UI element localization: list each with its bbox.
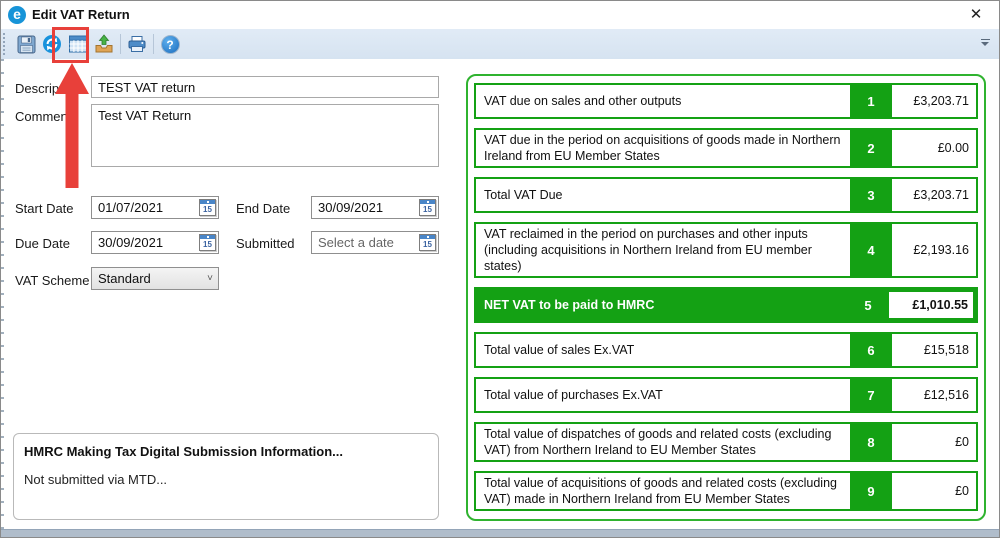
mtd-info-title: HMRC Making Tax Digital Submission Infor…: [24, 444, 343, 459]
vat-box-label: Total value of purchases Ex.VAT: [476, 379, 850, 411]
vat-box-label: VAT due in the period on acquisitions of…: [476, 130, 850, 166]
submitted-date-placeholder: Select a date: [312, 235, 419, 250]
vat-box-number: 3: [850, 179, 892, 211]
toolbar-separator: [120, 34, 121, 54]
vat-scheme-value: Standard: [92, 271, 202, 286]
due-date-value: 30/09/2021: [92, 235, 199, 250]
toolbar-overflow-button[interactable]: [979, 38, 991, 50]
vat-box-number: 8: [850, 424, 892, 460]
vat-box-value: £1,010.55: [889, 292, 973, 318]
vat-box-number: 6: [850, 334, 892, 366]
vat-box-value: £15,518: [892, 334, 976, 366]
print-button[interactable]: [124, 31, 150, 57]
chevron-down-icon: ˅: [202, 273, 218, 284]
vat-box-value: £12,516: [892, 379, 976, 411]
title-bar: e Edit VAT Return ✕: [1, 1, 999, 29]
vat-box-number: 5: [847, 289, 889, 321]
calendar-icon[interactable]: 15: [199, 234, 216, 251]
window-title: Edit VAT Return: [32, 7, 130, 22]
vat-box-row: VAT due on sales and other outputs 1 £3,…: [474, 83, 978, 119]
calendar-icon[interactable]: 15: [419, 234, 436, 251]
print-icon: [127, 34, 147, 54]
vat-box-number: 2: [850, 130, 892, 166]
help-button[interactable]: ?: [157, 31, 183, 57]
start-date-picker[interactable]: 01/07/2021 15: [91, 196, 219, 219]
toolbar-grip-handle[interactable]: [3, 33, 7, 55]
vat-box-value: £0.00: [892, 130, 976, 166]
vat-box-label: VAT due on sales and other outputs: [476, 85, 850, 117]
vat-box-number: 4: [850, 224, 892, 276]
vat-scheme-dropdown[interactable]: Standard ˅: [91, 267, 219, 290]
vat-box-value: £0: [892, 424, 976, 460]
vat-boxes-panel: VAT due on sales and other outputs 1 £3,…: [466, 74, 986, 521]
vat-box-value: £3,203.71: [892, 179, 976, 211]
start-date-label: Start Date: [15, 201, 74, 216]
vat-box-number: 1: [850, 85, 892, 117]
due-date-label: Due Date: [15, 236, 70, 251]
import-icon: [94, 34, 114, 54]
vat-box-label: Total value of sales Ex.VAT: [476, 334, 850, 366]
vat-box-label: Total VAT Due: [476, 179, 850, 211]
vat-box-label: VAT reclaimed in the period on purchases…: [476, 224, 850, 276]
edit-vat-return-dialog: e Edit VAT Return ✕: [0, 0, 1000, 538]
vat-box-row: NET VAT to be paid to HMRC 5 £1,010.55: [474, 287, 978, 323]
vat-box-value: £3,203.71: [892, 85, 976, 117]
vat-box-row: VAT due in the period on acquisitions of…: [474, 128, 978, 168]
toolbar: ?: [1, 29, 999, 59]
mtd-info-box: HMRC Making Tax Digital Submission Infor…: [13, 433, 439, 520]
calendar-icon[interactable]: 15: [199, 199, 216, 216]
annotation-arrow-icon: [55, 63, 89, 188]
start-date-value: 01/07/2021: [92, 200, 199, 215]
toolbar-separator: [153, 34, 154, 54]
close-icon[interactable]: ✕: [965, 5, 987, 25]
help-icon: ?: [161, 35, 180, 54]
vat-box-row: Total value of sales Ex.VAT 6 £15,518: [474, 332, 978, 368]
overflow-icon: [981, 39, 990, 40]
due-date-picker[interactable]: 30/09/2021 15: [91, 231, 219, 254]
window-bottom-border: [1, 529, 999, 537]
end-date-value: 30/09/2021: [312, 200, 419, 215]
vat-box-row: Total value of acquisitions of goods and…: [474, 471, 978, 511]
vat-box-label: Total value of dispatches of goods and r…: [476, 424, 850, 460]
vat-box-row: Total value of purchases Ex.VAT 7 £12,51…: [474, 377, 978, 413]
submitted-label: Submitted: [236, 236, 295, 251]
annotation-highlight-box: [52, 27, 89, 63]
vat-scheme-label: VAT Scheme: [15, 273, 89, 288]
save-button[interactable]: [13, 31, 39, 57]
vat-box-row: VAT reclaimed in the period on purchases…: [474, 222, 978, 278]
comments-input[interactable]: Test VAT Return: [91, 104, 439, 167]
end-date-picker[interactable]: 30/09/2021 15: [311, 196, 439, 219]
vat-box-number: 9: [850, 473, 892, 509]
vat-box-label: NET VAT to be paid to HMRC: [476, 289, 847, 321]
vat-box-value: £2,193.16: [892, 224, 976, 276]
import-button[interactable]: [91, 31, 117, 57]
app-logo-icon: e: [8, 6, 26, 24]
submitted-date-picker[interactable]: Select a date 15: [311, 231, 439, 254]
vat-box-number: 7: [850, 379, 892, 411]
vat-box-value: £0: [892, 473, 976, 509]
left-dotted-edge: [1, 59, 4, 531]
save-icon: [17, 35, 36, 54]
description-input[interactable]: [91, 76, 439, 98]
vat-box-row: Total value of dispatches of goods and r…: [474, 422, 978, 462]
mtd-status-text: Not submitted via MTD...: [24, 472, 167, 487]
end-date-label: End Date: [236, 201, 290, 216]
calendar-icon[interactable]: 15: [419, 199, 436, 216]
vat-box-label: Total value of acquisitions of goods and…: [476, 473, 850, 509]
vat-box-row: Total VAT Due 3 £3,203.71: [474, 177, 978, 213]
